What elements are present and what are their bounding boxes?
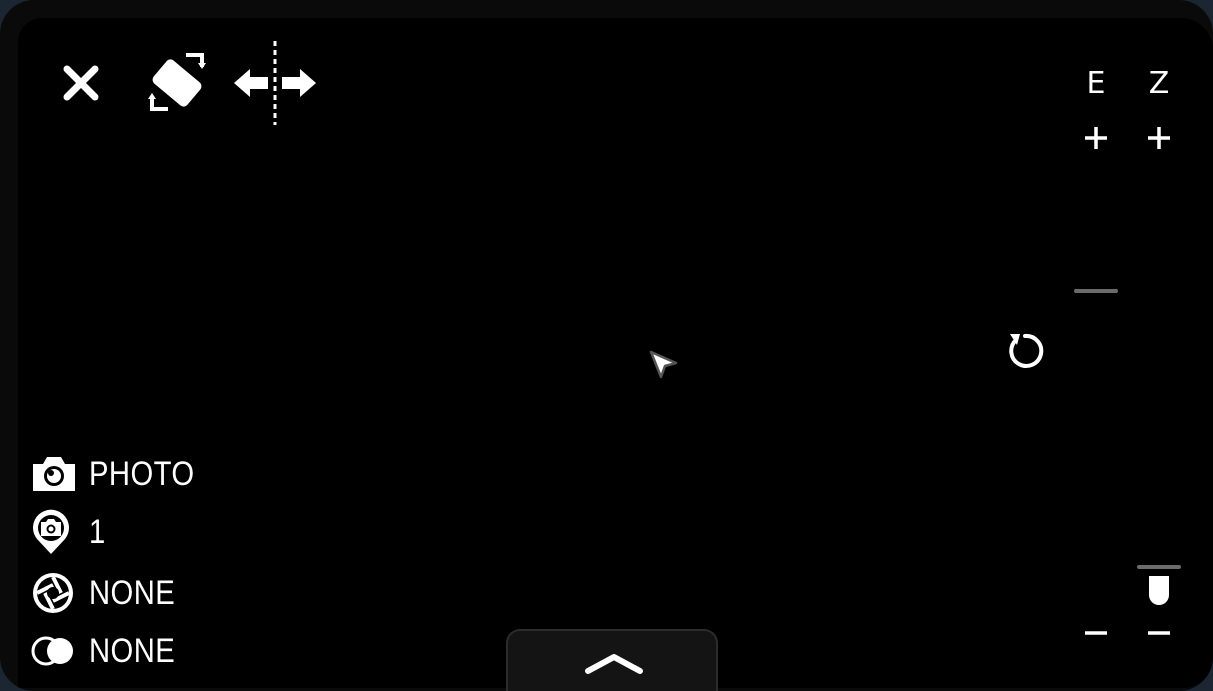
exposure-plus-icon[interactable] (1076, 118, 1116, 158)
capture-mode-row[interactable]: PHOTO (31, 452, 212, 496)
location-camera-icon (31, 509, 77, 554)
zoom-minus-icon[interactable] (1139, 613, 1179, 653)
zoom-slider-thumb[interactable] (1148, 575, 1170, 605)
aperture-icon (31, 571, 77, 615)
reset-rotate-icon[interactable] (1004, 330, 1046, 372)
zoom-label: Z (1148, 66, 1170, 101)
blend-value: NONE (89, 631, 176, 670)
rotate-orientation-icon[interactable] (146, 51, 210, 113)
camera-icon (31, 452, 77, 496)
chevron-up-icon (585, 654, 643, 674)
exposure-label: E (1086, 66, 1106, 101)
exposure-slider-thumb[interactable] (1074, 289, 1118, 293)
close-icon[interactable] (62, 64, 100, 102)
cursor-pointer-icon (648, 349, 680, 381)
exposure-minus-icon[interactable] (1076, 613, 1116, 653)
photo-count-value: 1 (89, 512, 106, 551)
zoom-plus-icon[interactable] (1139, 118, 1179, 158)
filter-value: NONE (89, 573, 176, 612)
capture-mode-value: PHOTO (89, 454, 195, 493)
blend-row[interactable]: NONE (31, 629, 189, 673)
drawer-toggle-button[interactable] (506, 629, 718, 691)
photo-count-row[interactable]: 1 (31, 509, 108, 554)
mirror-flip-icon[interactable] (232, 39, 318, 127)
zoom-slider-track-top (1137, 565, 1181, 569)
camera-window: E Z PHOTO 1 NONE NONE (0, 0, 1213, 691)
filter-row[interactable]: NONE (31, 571, 189, 615)
overlap-circles-icon (31, 629, 77, 673)
